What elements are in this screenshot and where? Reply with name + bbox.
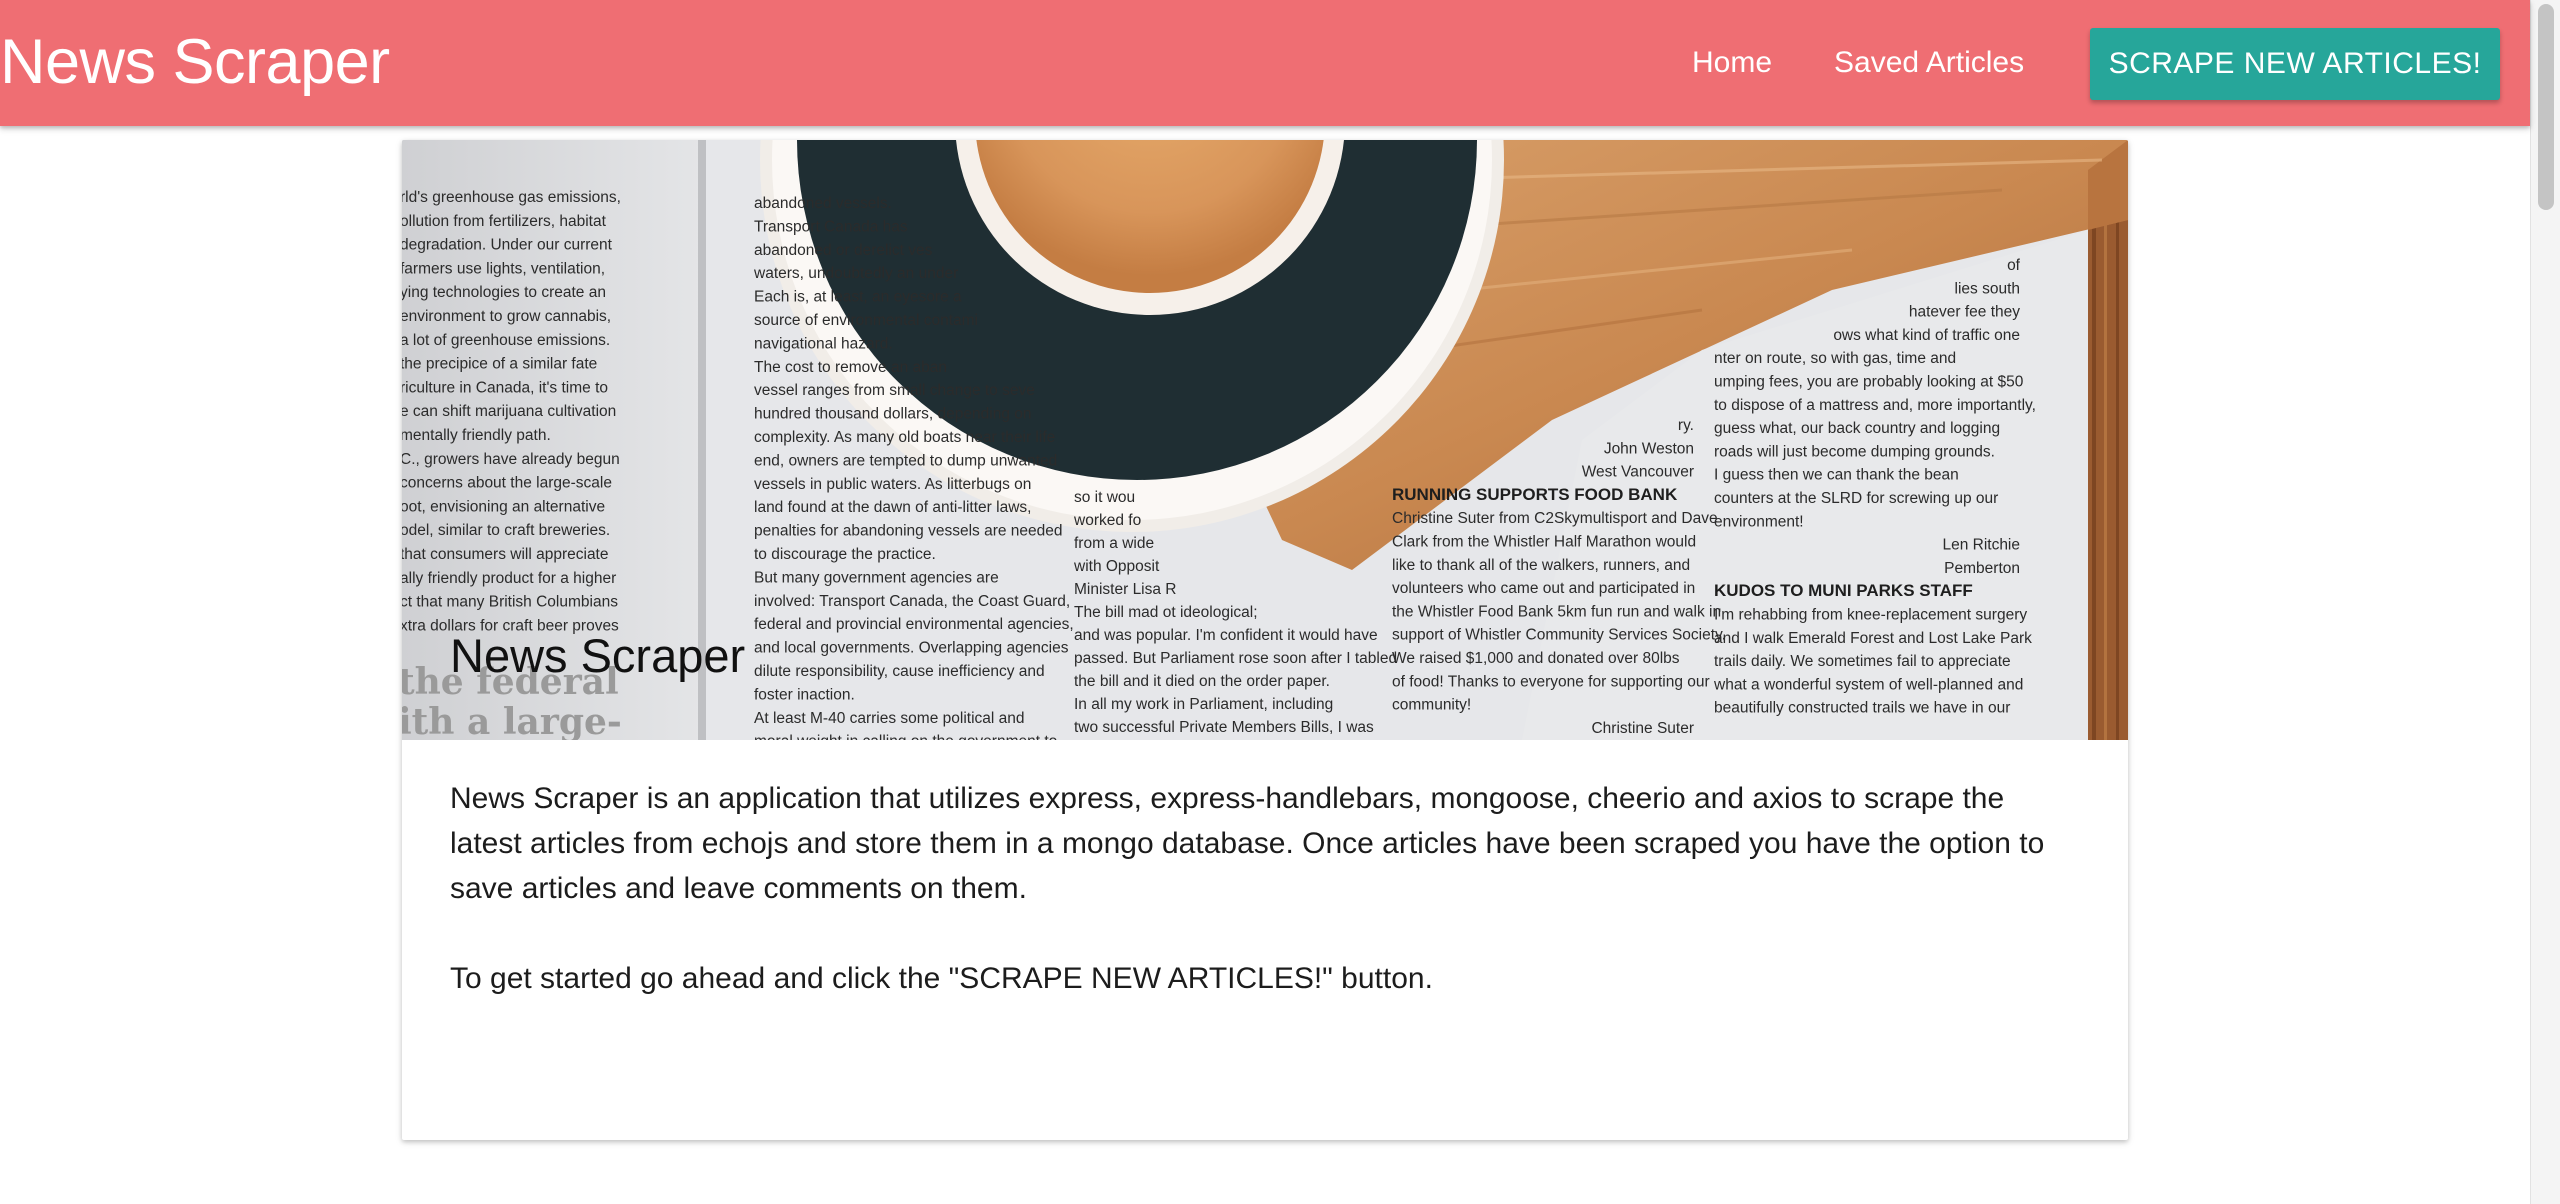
newspaper-line: federal and provincial environmental age… bbox=[754, 616, 1074, 633]
top-navbar: News Scraper Home Saved Articles SCRAPE … bbox=[0, 0, 2530, 126]
newspaper-line: Christine Suter from C2Skymultisport and… bbox=[1392, 510, 1718, 527]
newspaper-line: from a wide bbox=[1074, 535, 1154, 552]
newspaper-line: ollution from fertilizers, habitat bbox=[402, 213, 607, 230]
newspaper-line: ying technologies to create an bbox=[402, 284, 606, 301]
newspaper-line: like to thank all of the walkers, runner… bbox=[1392, 557, 1690, 574]
newspaper-line: to dispose of a mattress and, more impor… bbox=[1714, 397, 2036, 414]
newspaper-line: to discourage the practice. bbox=[754, 546, 936, 563]
newspaper-line: source of environmental contami bbox=[754, 312, 978, 329]
newspaper-headline-line: ith a large- bbox=[402, 701, 622, 740]
newspaper-line: We raised $1,000 and donated over 80lbs bbox=[1392, 650, 1680, 667]
nav-link-saved-articles[interactable]: Saved Articles bbox=[1834, 40, 2024, 86]
newspaper-line: navigational hazard. bbox=[754, 335, 893, 352]
newspaper-line: and was popular. I'm confident it would … bbox=[1074, 627, 1378, 644]
newspaper-line: environment to grow cannabis, bbox=[402, 308, 611, 325]
newspaper-line: hatever fee they bbox=[1909, 304, 2020, 321]
scrollbar-thumb[interactable] bbox=[2538, 4, 2554, 210]
newspaper-line: vessels in public waters. As litterbugs … bbox=[754, 476, 1031, 493]
newspaper-line: ally friendly product for a higher bbox=[402, 570, 616, 587]
card-title: News Scraper bbox=[450, 629, 746, 682]
newspaper-line: foster inaction. bbox=[754, 686, 855, 703]
newspaper-line: Pemberton bbox=[1944, 560, 2020, 577]
newspaper-line: with Opposit bbox=[1073, 558, 1160, 575]
newspaper-line: odel, similar to craft breweries. bbox=[402, 522, 610, 539]
newspaper-line: Minister Lisa R bbox=[1074, 581, 1177, 598]
newspaper-line: roads will just become dumping grounds. bbox=[1714, 443, 1995, 460]
newspaper-line: and I walk Emerald Forest and Lost Lake … bbox=[1714, 630, 2032, 647]
newspaper-line: Clark from the Whistler Half Marathon wo… bbox=[1392, 534, 1696, 551]
newspaper-line: concerns about the large-scale bbox=[402, 475, 612, 492]
newspaper-line: Transport Canada has bbox=[754, 218, 908, 235]
newspaper-line: ct that many British Columbians bbox=[402, 594, 618, 611]
newspaper-line: beautifully constructed trails we have i… bbox=[1714, 700, 2010, 717]
newspaper-line: so it wou bbox=[1074, 489, 1135, 506]
newspaper-line: penalties for abandoning vessels are nee… bbox=[754, 523, 1063, 540]
brand-logo[interactable]: News Scraper bbox=[0, 24, 390, 100]
newspaper-line: the Whistler Food Bank 5km fun run and w… bbox=[1392, 603, 1721, 620]
newspaper-line: vessel ranges from small change to seve bbox=[754, 382, 1035, 399]
newspaper-line: nter on route, so with gas, time and bbox=[1714, 350, 1956, 367]
scrape-new-articles-button[interactable]: SCRAPE NEW ARTICLES! bbox=[2090, 28, 2500, 100]
card-paragraph-instructions: To get started go ahead and click the "S… bbox=[450, 962, 1433, 995]
newspaper-line: end, owners are tempted to dump unwanted bbox=[754, 452, 1057, 469]
newspaper-line: John Weston bbox=[1604, 440, 1694, 457]
newspaper-line: worked fo bbox=[1073, 512, 1141, 529]
newspaper-line: involved: Transport Canada, the Coast Gu… bbox=[754, 593, 1070, 610]
newspaper-line: e can shift marijuana cultivation bbox=[402, 403, 616, 420]
newspaper-line: hundred thousand dollars, depending on bbox=[754, 406, 1032, 423]
newspaper-line: complexity. As many old boats near their… bbox=[754, 429, 1055, 446]
newspaper-line: degradation. Under our current bbox=[402, 237, 613, 254]
intro-card: rld's greenhouse gas emissions, ollution … bbox=[402, 140, 2128, 1140]
newspaper-line: The cost to remove an aban bbox=[754, 359, 947, 376]
newspaper-line: lies south bbox=[1955, 280, 2020, 297]
newspaper-line: mentally friendly path. bbox=[402, 427, 551, 444]
card-content: News Scraper is an application that util… bbox=[450, 776, 2080, 1001]
newspaper-line: land found at the dawn of anti-litter la… bbox=[754, 499, 1031, 516]
newspaper-line: umping fees, you are probably looking at… bbox=[1714, 374, 2024, 391]
newspaper-line: C., growers have already begun bbox=[402, 451, 620, 468]
newspaper-line: Len Ritchie bbox=[1942, 537, 2020, 554]
newspaper-line: what a wonderful system of well-planned … bbox=[1713, 676, 2023, 693]
newspaper-line: dilute responsibility, cause inefficienc… bbox=[754, 663, 1045, 680]
newspaper-line: moral weight in calling on the governmen… bbox=[754, 733, 1057, 740]
newspaper-line: Christine Suter bbox=[1591, 720, 1694, 737]
newspaper-line: of food! Thanks to everyone for supporti… bbox=[1392, 673, 1710, 690]
newspaper-line: and local governments. Overlapping agenc… bbox=[754, 640, 1069, 657]
newspaper-line: community! bbox=[1392, 697, 1471, 714]
newspaper-line: riculture in Canada, it's time to bbox=[402, 379, 608, 396]
newspaper-line: rld's greenhouse gas emissions, bbox=[402, 189, 621, 206]
newspaper-line: environment! bbox=[1714, 513, 1804, 530]
newspaper-line: trails daily. We sometimes fail to appre… bbox=[1714, 653, 2011, 670]
newspaper-line: I'm rehabbing from knee-replacement surg… bbox=[1714, 607, 2027, 624]
newspaper-line: counters at the SLRD for screwing up our bbox=[1714, 490, 1998, 507]
newspaper-line: volunteers who came out and participated… bbox=[1392, 580, 1695, 597]
newspaper-line: guess what, our back country and logging bbox=[1714, 420, 2000, 437]
newspaper-line: ry. bbox=[1678, 417, 1694, 434]
newspaper-line: In all my work in Parliament, including bbox=[1074, 696, 1333, 713]
card-paragraph-description: News Scraper is an application that util… bbox=[450, 782, 2045, 905]
newspaper-line: the precipice of a similar fate bbox=[402, 356, 597, 373]
newspaper-line: But many government agencies are bbox=[754, 569, 999, 586]
newspaper-line: that consumers will appreciate bbox=[402, 546, 609, 563]
newspaper-line: Each is, at least, an eyesore a bbox=[754, 289, 962, 306]
newspaper-line: farmers use lights, ventilation, bbox=[402, 260, 605, 277]
newspaper-line: a lot of greenhouse emissions. bbox=[402, 332, 610, 349]
newspaper-line: abandoned or derelict ves bbox=[754, 242, 933, 259]
nav-link-home[interactable]: Home bbox=[1692, 40, 1772, 86]
newspaper-line: waters, undoubtedly an under bbox=[753, 265, 958, 282]
newspaper-line: support of Whistler Community Services S… bbox=[1392, 627, 1726, 644]
newspaper-line: I guess then we can thank the bean bbox=[1714, 467, 1959, 484]
newspaper-line: the bill and it died on the order paper. bbox=[1074, 673, 1330, 690]
newspaper-line: passed. But Parliament rose soon after I… bbox=[1074, 650, 1397, 667]
newspaper-line: West Vancouver bbox=[1582, 464, 1694, 481]
newspaper-line: The bill mad ot ideological; bbox=[1074, 604, 1258, 621]
newspaper-line: of bbox=[2007, 257, 2021, 274]
newspaper-line: At least M-40 carries some political and bbox=[754, 710, 1025, 727]
newspaper-line: oot, envisioning an alternative bbox=[402, 498, 605, 515]
newspaper-line: RUNNING SUPPORTS FOOD BANK bbox=[1392, 485, 1678, 504]
newspaper-line: ows what kind of traffic one bbox=[1833, 327, 2020, 344]
newspaper-line: abandoned vessels. bbox=[754, 195, 892, 212]
newspaper-line: KUDOS TO MUNI PARKS STAFF bbox=[1714, 581, 1973, 600]
newspaper-line: two successful Private Members Bills, I … bbox=[1074, 719, 1374, 736]
